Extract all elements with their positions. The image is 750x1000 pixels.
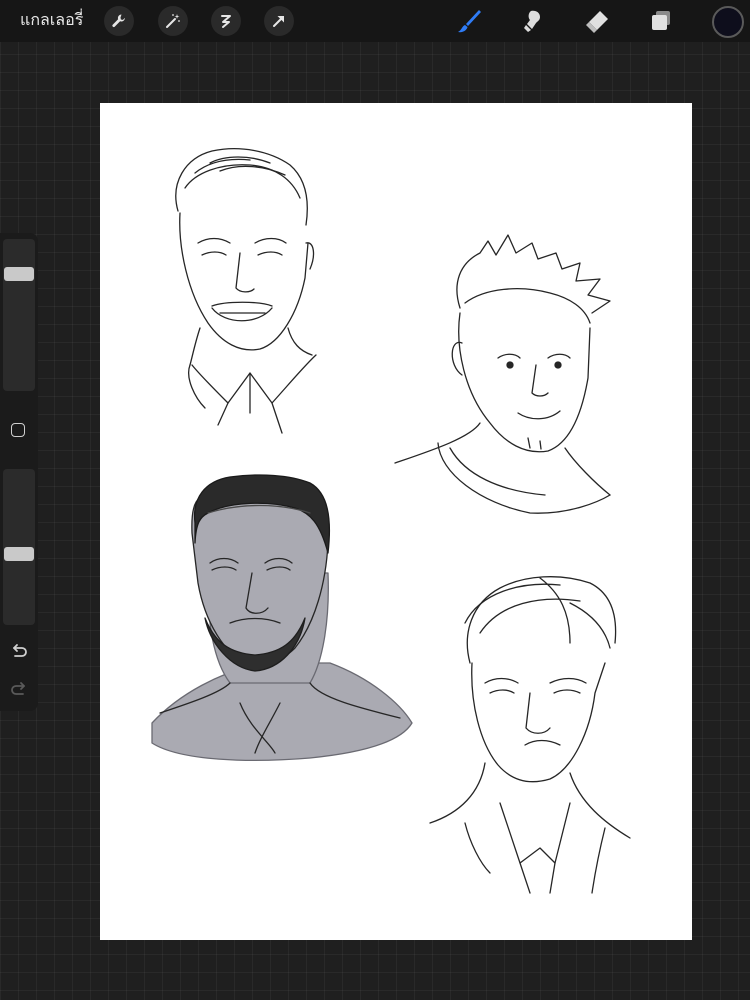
transform-arrow-icon[interactable] <box>264 6 294 36</box>
wrench-icon[interactable] <box>104 6 134 36</box>
sketch-spiky-hair-man <box>394 234 611 514</box>
color-picker-button[interactable] <box>712 6 744 38</box>
eraser-icon[interactable] <box>582 6 612 36</box>
sketch-shaded-man <box>151 474 413 762</box>
layers-icon[interactable] <box>646 6 676 36</box>
opacity-slider-thumb[interactable] <box>4 547 34 562</box>
sketch-smiling-man <box>175 148 317 434</box>
top-toolbar: แกลเลอรี่ <box>0 0 750 42</box>
magic-wand-icon[interactable] <box>158 6 188 36</box>
sketch-mustache-man <box>429 576 631 894</box>
gallery-button[interactable]: แกลเลอรี่ <box>20 9 83 31</box>
smudge-icon[interactable] <box>518 6 548 36</box>
brush-icon[interactable] <box>454 6 484 36</box>
drawing-canvas[interactable] <box>100 103 692 940</box>
undo-icon[interactable] <box>9 641 29 665</box>
left-sidebar <box>0 233 38 711</box>
redo-icon <box>9 679 29 703</box>
modify-square-icon[interactable] <box>11 423 25 437</box>
brush-size-slider-thumb[interactable] <box>4 266 34 281</box>
selection-icon[interactable] <box>211 6 241 36</box>
brush-size-slider[interactable] <box>3 239 35 391</box>
